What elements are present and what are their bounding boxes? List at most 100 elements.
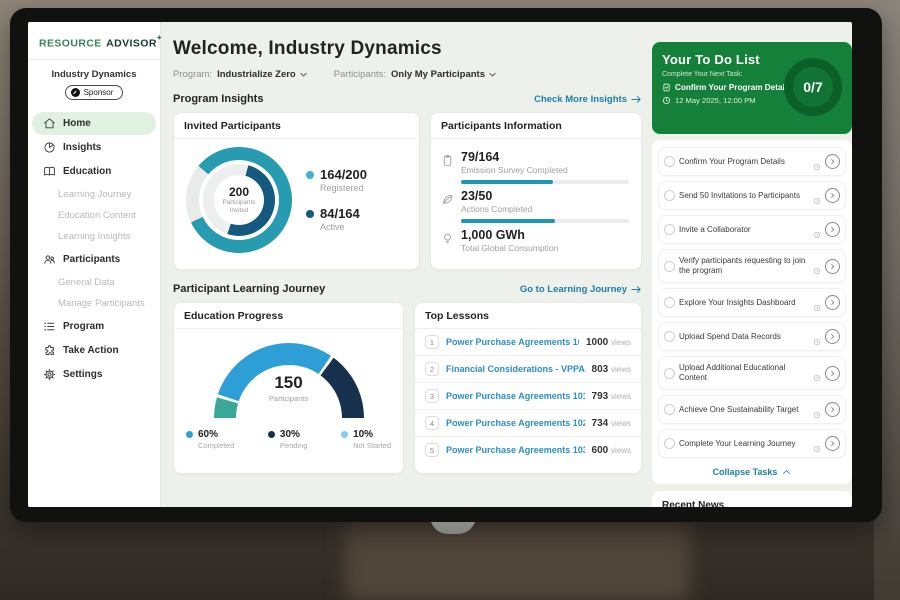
sidebar-item-general-data[interactable]: General Data <box>28 272 160 293</box>
legend-value: 84/164 <box>320 207 360 221</box>
sidebar-item-home[interactable]: Home <box>32 112 156 135</box>
legend-item-registered: 164/200 Registered <box>306 168 367 193</box>
learning-journey-header: Participant Learning Journey Go to Learn… <box>173 283 642 295</box>
progress-track <box>461 219 629 223</box>
lesson-link[interactable]: Power Purchase Agreements 102 <box>446 418 585 428</box>
task-checkbox[interactable] <box>664 261 675 272</box>
clock-icon <box>662 96 671 105</box>
program-filter-dropdown[interactable]: Industrialize Zero <box>217 69 308 80</box>
invited-donut-chart: 200 Participants Invited <box>186 147 292 253</box>
task-chevron-button[interactable] <box>825 188 840 203</box>
collapse-tasks-link[interactable]: Collapse Tasks <box>658 463 846 480</box>
sidebar-item-learning-journey[interactable]: Learning Journey <box>28 184 160 205</box>
task-row[interactable]: Upload Additional Educational Content <box>658 356 846 390</box>
sidebar-item-label: Settings <box>63 369 102 380</box>
donut-center-value: 200 <box>229 185 249 199</box>
education-gauge-chart: 150 Participants <box>214 343 364 421</box>
card-title: Top Lessons <box>415 303 641 329</box>
task-label: Verify participants requesting to join t… <box>679 256 809 276</box>
check-more-insights-link[interactable]: Check More Insights <box>534 94 642 105</box>
sidebar-item-education[interactable]: Education <box>32 160 156 183</box>
task-chevron-button[interactable] <box>825 436 840 451</box>
participants-info-body: 79/164 Emission Survey Completed 23/50 A… <box>431 139 641 253</box>
legend-item-completed: 60% Completed <box>186 429 234 450</box>
task-chevron-button[interactable] <box>825 154 840 169</box>
task-label: Invite a Collaborator <box>679 225 809 235</box>
task-row[interactable]: Upload Spend Data Records <box>658 322 846 351</box>
program-filter-label: Program: <box>173 69 212 80</box>
lesson-link[interactable]: Power Purchase Agreements 101 <box>446 337 579 347</box>
task-checkbox[interactable] <box>664 331 675 342</box>
sidebar-item-label: Education <box>63 166 111 177</box>
task-checkbox[interactable] <box>664 190 675 201</box>
task-label: Upload Additional Educational Content <box>679 363 809 383</box>
legend-value: 164/200 <box>320 168 367 182</box>
chevron-up-icon <box>782 468 791 476</box>
sidebar-item-take-action[interactable]: Take Action <box>32 339 156 362</box>
metric-label: Total Global Consumption <box>461 243 629 253</box>
task-label: Explore Your Insights Dashboard <box>679 298 809 308</box>
task-chevron-button[interactable] <box>825 366 840 381</box>
task-row[interactable]: Achieve One Sustainability Target <box>658 395 846 424</box>
sidebar-item-program[interactable]: Program <box>32 315 156 338</box>
sponsor-badge[interactable]: Sponsor <box>65 85 124 100</box>
sidebar-item-education-content[interactable]: Education Content <box>28 205 160 226</box>
legend-dot <box>306 210 314 218</box>
task-row[interactable]: Confirm Your Program Details <box>658 147 846 176</box>
task-row[interactable]: Send 50 Invitations to Participants <box>658 181 846 210</box>
lesson-row[interactable]: 2 Financial Considerations - VPPAs 803 v… <box>415 356 641 383</box>
task-checkbox[interactable] <box>664 404 675 415</box>
task-chevron-button[interactable] <box>825 222 840 237</box>
task-row[interactable]: Complete Your Learning Journey <box>658 429 846 458</box>
task-chevron-button[interactable] <box>825 402 840 417</box>
task-chevron-button[interactable] <box>825 295 840 310</box>
metric-value: 1,000 GWh <box>461 228 629 242</box>
insights-icon <box>43 141 56 154</box>
lesson-row[interactable]: 5 Power Purchase Agreements 103 600 view… <box>415 437 641 463</box>
task-checkbox[interactable] <box>664 156 675 167</box>
lesson-row[interactable]: 1 Power Purchase Agreements 101 1000 vie… <box>415 329 641 356</box>
invited-participants-card: Invited Participants 200 Participants In… <box>173 112 420 270</box>
sidebar-item-settings[interactable]: Settings <box>32 363 156 386</box>
task-chevron-button[interactable] <box>825 329 840 344</box>
lesson-link[interactable]: Power Purchase Agreements 101 <box>446 391 585 401</box>
clock-icon <box>813 299 821 307</box>
main-content: Welcome, Industry Dynamics Program: Indu… <box>161 22 652 507</box>
task-row[interactable]: Verify participants requesting to join t… <box>658 249 846 283</box>
go-to-learning-journey-link[interactable]: Go to Learning Journey <box>520 284 642 295</box>
filter-bar: Program: Industrialize Zero Participants… <box>173 69 642 80</box>
sidebar-item-participants[interactable]: Participants <box>32 248 156 271</box>
task-checkbox[interactable] <box>664 368 675 379</box>
lesson-link[interactable]: Financial Considerations - VPPAs <box>446 364 585 374</box>
sidebar-item-learning-insights[interactable]: Learning Insights <box>28 226 160 247</box>
lesson-rank: 5 <box>425 443 439 457</box>
lesson-row[interactable]: 3 Power Purchase Agreements 101 793 view… <box>415 383 641 410</box>
task-row[interactable]: Invite a Collaborator <box>658 215 846 244</box>
legend-label: Pending <box>280 441 308 450</box>
lesson-link[interactable]: Power Purchase Agreements 103 <box>446 445 585 455</box>
participants-filter: Participants: Only My Participants <box>334 69 497 80</box>
lesson-views: 600 <box>592 445 609 456</box>
legend-item-pending: 30% Pending <box>268 429 308 450</box>
participants-information-card: Participants Information 79/164 Emission… <box>430 112 642 270</box>
sidebar-item-insights[interactable]: Insights <box>32 136 156 159</box>
top-lessons-card: Top Lessons 1 Power Purchase Agreements … <box>414 302 642 474</box>
lesson-row[interactable]: 4 Power Purchase Agreements 102 734 view… <box>415 410 641 437</box>
gauge-center-label: Participants <box>214 394 364 403</box>
monitor-bezel: RESOURCE ADVISOR+ Industry Dynamics Spon… <box>10 8 882 522</box>
participants-filter-dropdown[interactable]: Only My Participants <box>391 69 497 80</box>
task-row[interactable]: Explore Your Insights Dashboard <box>658 288 846 317</box>
task-checkbox[interactable] <box>664 297 675 308</box>
lesson-views: 1000 <box>586 337 608 348</box>
sidebar-item-manage-participants[interactable]: Manage Participants <box>28 293 160 314</box>
lesson-views: 803 <box>592 364 609 375</box>
legend-label: Active <box>320 222 360 232</box>
bulb-icon <box>441 232 454 245</box>
metric-consumption: 1,000 GWh Total Global Consumption <box>441 228 629 253</box>
leaf-icon <box>441 193 454 206</box>
puzzle-icon <box>43 344 56 357</box>
task-checkbox[interactable] <box>664 438 675 449</box>
task-checkbox[interactable] <box>664 224 675 235</box>
task-chevron-button[interactable] <box>825 259 840 274</box>
logo-resource: RESOURCE <box>39 37 102 49</box>
